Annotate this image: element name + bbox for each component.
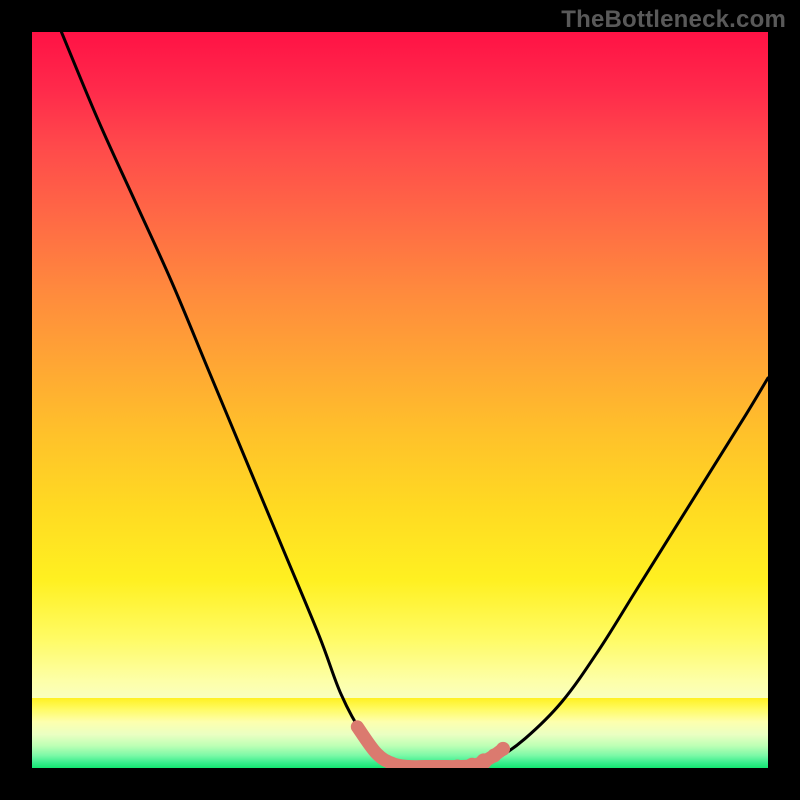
chart-frame: TheBottleneck.com [0, 0, 800, 800]
marker-dot [496, 742, 510, 756]
curve-right-curve [474, 378, 768, 767]
curve-left-curve [61, 32, 400, 767]
marker-dot [371, 748, 381, 758]
watermark-text: TheBottleneck.com [561, 6, 786, 34]
marker-dot [351, 721, 363, 733]
curve-layer [32, 32, 768, 768]
plot-area [32, 32, 768, 768]
